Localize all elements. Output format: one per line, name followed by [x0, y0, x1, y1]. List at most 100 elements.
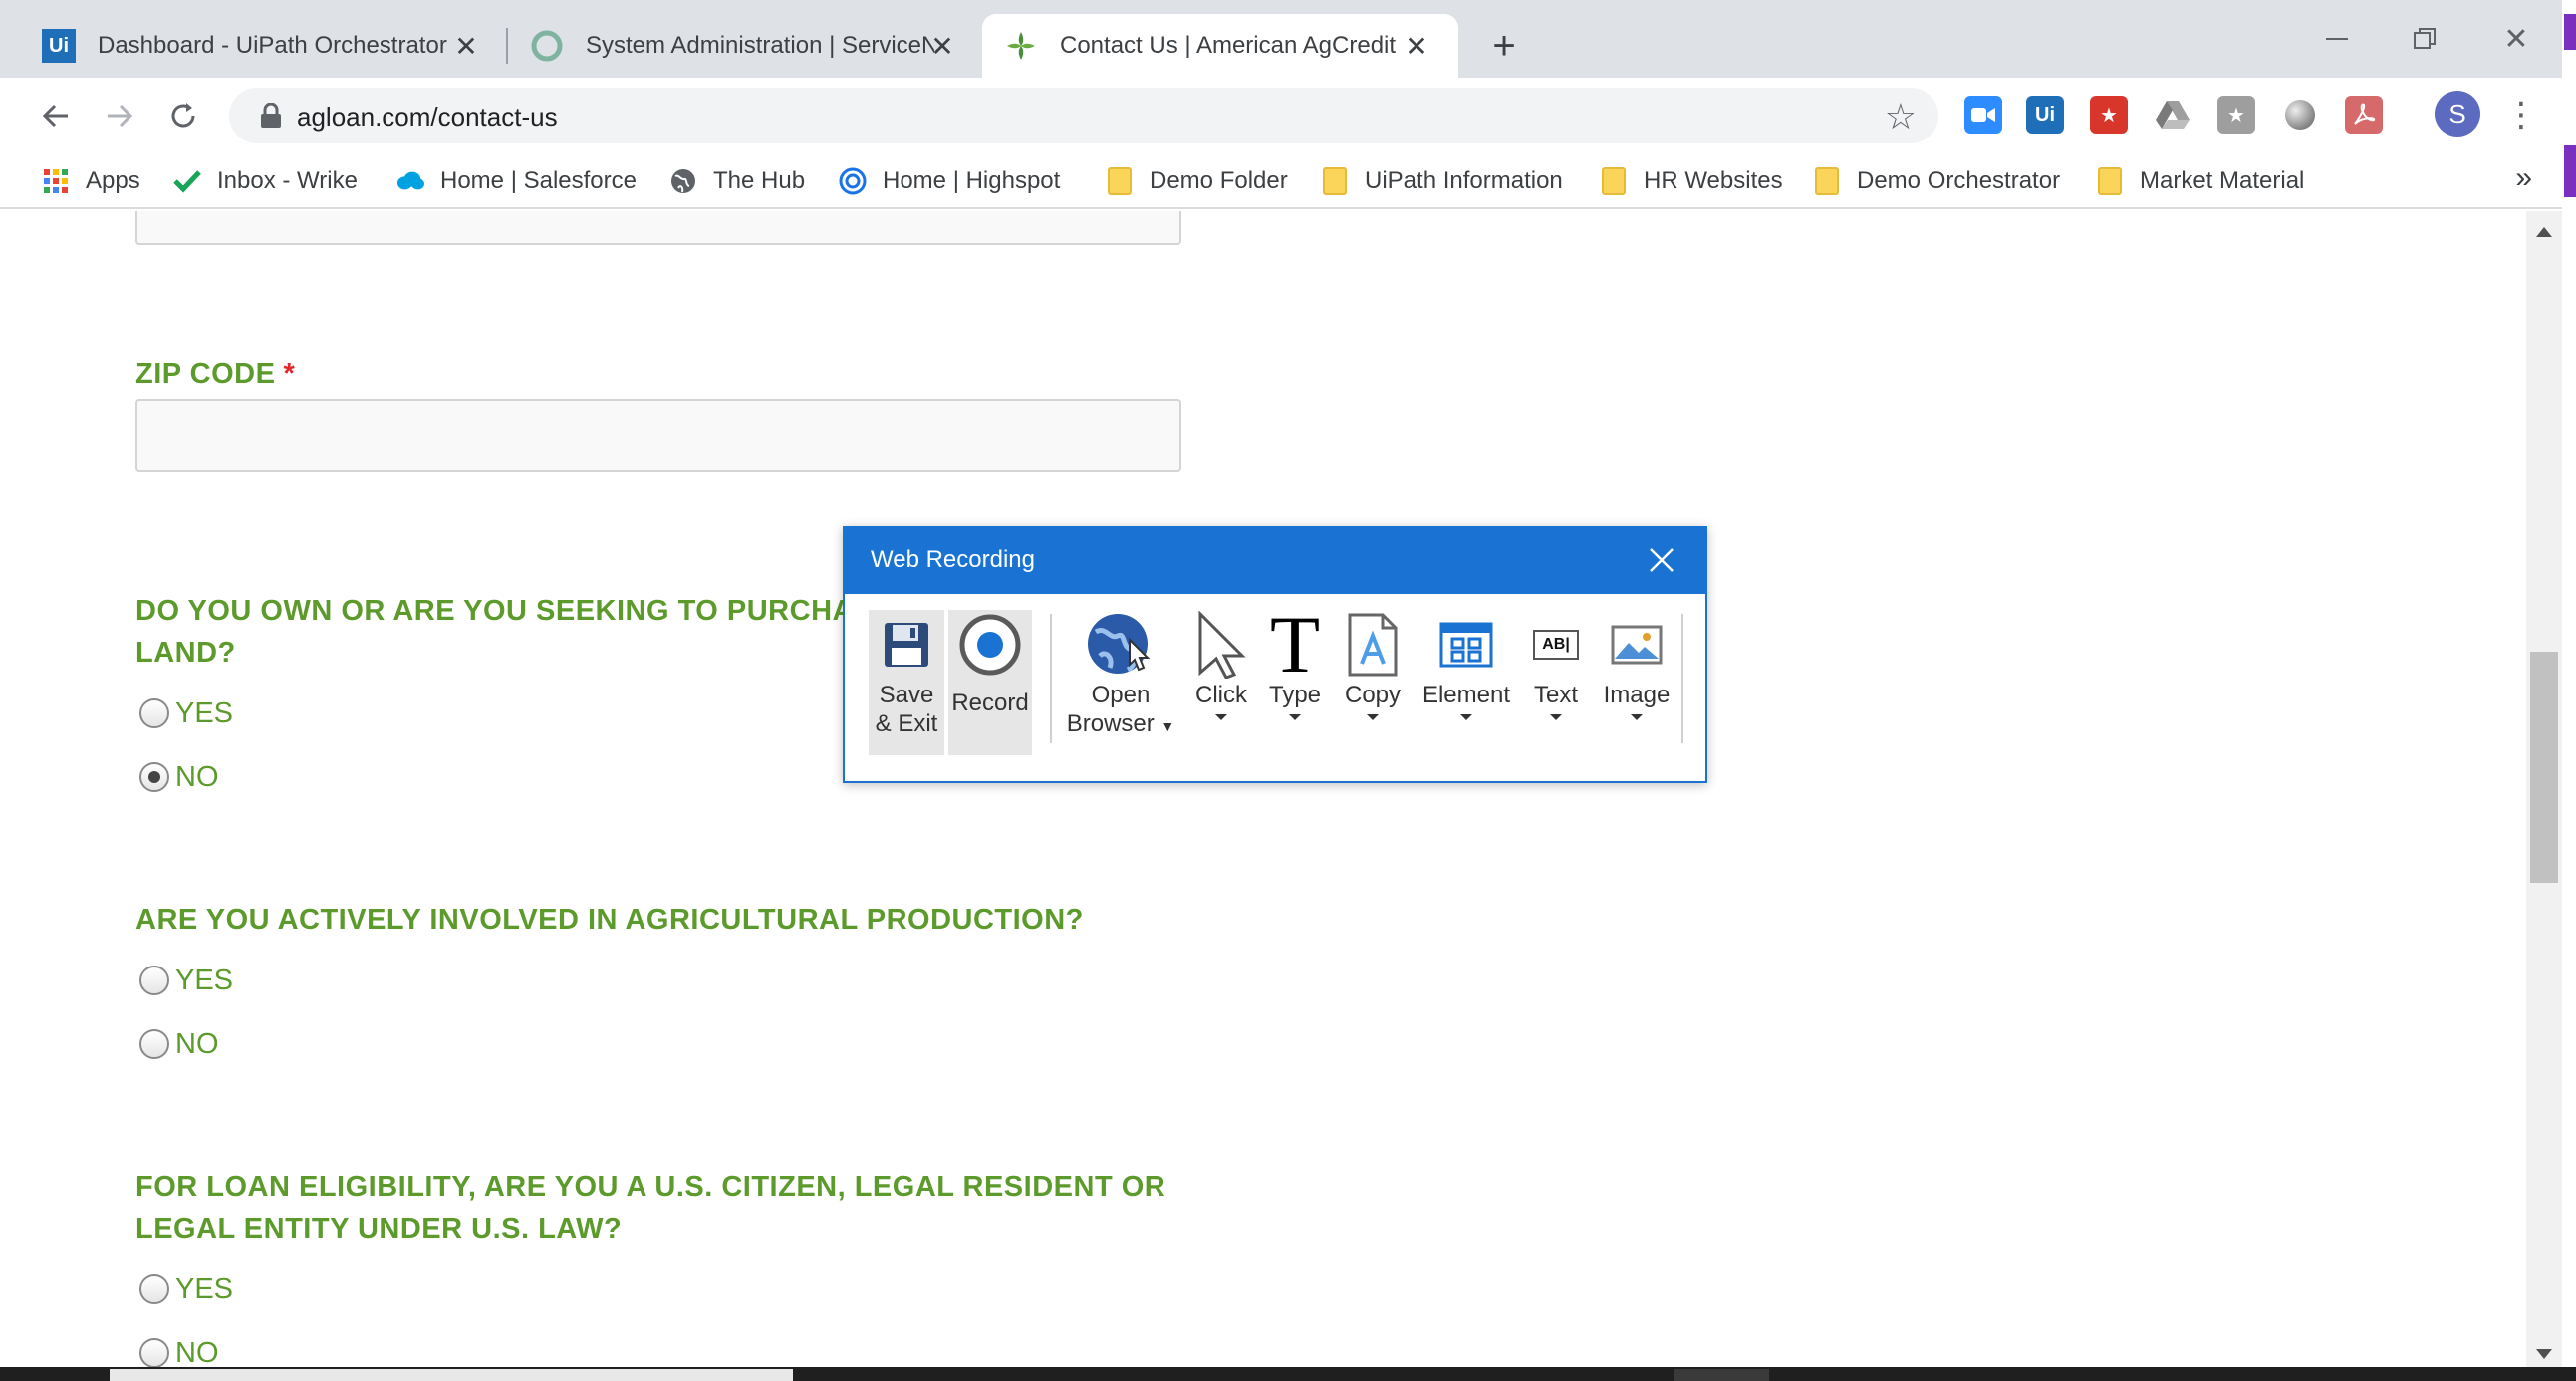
reload-icon[interactable]: [157, 90, 209, 141]
tab-uipath-dashboard[interactable]: Ui Dashboard - UiPath Orchestrator ✕: [0, 14, 508, 78]
taskbar: [0, 1367, 2576, 1381]
own-land-no-option[interactable]: NO: [139, 757, 219, 797]
bookmark-the-hub[interactable]: The Hub: [669, 161, 805, 201]
browser-toolbar: agloan.com/contact-us ☆ Ui ★ ★ S ⋮: [0, 78, 2562, 153]
forward-arrow-icon[interactable]: [94, 90, 145, 141]
dialog-title-bar[interactable]: Web Recording: [845, 528, 1705, 594]
address-bar[interactable]: agloan.com/contact-us ☆: [229, 88, 1938, 143]
highspot-icon: [839, 167, 867, 195]
tab-strip: Ui Dashboard - UiPath Orchestrator ✕ Sys…: [0, 0, 2576, 78]
dropdown-caret-icon[interactable]: [1550, 714, 1562, 720]
back-arrow-icon[interactable]: [30, 90, 82, 141]
radio-button[interactable]: [139, 698, 169, 728]
scroll-thumb[interactable]: [2530, 652, 2558, 883]
restore-window-icon[interactable]: [2395, 14, 2454, 64]
folder-icon: [2096, 167, 2124, 195]
agri-production-no-option[interactable]: NO: [139, 1024, 219, 1064]
close-tab-icon[interactable]: ✕: [1401, 30, 1432, 62]
bookmark-highspot[interactable]: Home | Highspot: [839, 161, 1060, 201]
bookmarks-bar: Apps Inbox - Wrike Home | Salesforce The…: [0, 153, 2562, 209]
radio-button-checked[interactable]: [139, 762, 169, 792]
record-button[interactable]: Record: [948, 610, 1032, 755]
radio-button[interactable]: [139, 1274, 169, 1304]
radio-button[interactable]: [139, 1029, 169, 1059]
salesforce-cloud-icon: [396, 167, 424, 195]
page-scrollbar[interactable]: [2526, 211, 2562, 1367]
click-button[interactable]: Click: [1183, 610, 1259, 755]
close-tab-icon[interactable]: ✕: [450, 30, 482, 62]
tab-contact-us-active[interactable]: Contact Us | American AgCredit ✕: [982, 14, 1458, 78]
bookmark-wrike[interactable]: Inbox - Wrike: [173, 161, 358, 201]
eligibility-no-option[interactable]: NO: [139, 1333, 219, 1367]
google-drive-icon[interactable]: [2154, 96, 2191, 134]
dropdown-caret-icon[interactable]: [1460, 714, 1472, 720]
folder-icon: [1106, 167, 1134, 195]
dropdown-caret-icon[interactable]: [1631, 714, 1643, 720]
servicenow-logo-icon: [530, 29, 564, 63]
eligibility-yes-option[interactable]: YES: [139, 1269, 233, 1309]
tab-servicenow[interactable]: System Administration | ServiceN ✕: [508, 14, 984, 78]
browser-menu-icon[interactable]: ⋮: [2504, 92, 2538, 138]
window-edge: [2562, 0, 2576, 1381]
scroll-down-arrow-icon[interactable]: [2536, 1349, 2552, 1359]
close-tab-icon[interactable]: ✕: [926, 30, 958, 62]
save-exit-button[interactable]: Save & Exit: [869, 610, 944, 755]
bookmark-manager-icon[interactable]: ★: [2217, 96, 2255, 134]
close-dialog-icon[interactable]: [1644, 542, 1679, 578]
dropdown-caret-icon[interactable]: [1367, 714, 1379, 720]
bookmark-star-icon[interactable]: ☆: [1885, 96, 1917, 138]
bookmark-uipath-information[interactable]: UiPath Information: [1321, 161, 1563, 201]
globe-icon: [669, 167, 697, 195]
bookmark-salesforce[interactable]: Home | Salesforce: [396, 161, 637, 201]
web-recording-dialog: Web Recording Save & Exit Record Open Br…: [843, 526, 1707, 783]
taskbar-item[interactable]: [110, 1369, 793, 1381]
folder-icon: [1321, 167, 1349, 195]
agcredit-logo-icon: [1004, 29, 1038, 63]
open-browser-button[interactable]: Open Browser ▼: [1066, 610, 1175, 755]
zoom-extension-icon[interactable]: [1964, 96, 2002, 134]
zip-code-input[interactable]: [135, 399, 1181, 472]
element-button[interactable]: Element: [1417, 610, 1516, 755]
uipath-extension-icon[interactable]: Ui: [2026, 96, 2064, 134]
image-button[interactable]: Image: [1596, 610, 1677, 755]
globe-cursor-icon: [1086, 610, 1156, 680]
bookmark-hr-websites[interactable]: HR Websites: [1600, 161, 1783, 201]
loan-eligibility-question: FOR LOAN ELIGIBILITY, ARE YOU A U.S. CIT…: [135, 1171, 1166, 1244]
new-tab-plus-icon[interactable]: +: [1482, 24, 1526, 68]
contact-form-page: ZIP CODE * DO YOU OWN OR ARE YOU SEEKING …: [14, 211, 2526, 1367]
dropdown-caret-icon[interactable]: [1215, 714, 1227, 720]
agri-production-yes-option[interactable]: YES: [139, 961, 233, 1000]
bookmark-demo-orchestrator[interactable]: Demo Orchestrator: [1813, 161, 2060, 201]
dropdown-caret-icon[interactable]: [1289, 714, 1301, 720]
previous-input-field[interactable]: [135, 211, 1181, 245]
acrobat-pdf-icon[interactable]: [2345, 96, 2383, 134]
bookmarks-overflow-button[interactable]: »: [2515, 161, 2532, 195]
wrike-extension-icon[interactable]: ★: [2090, 96, 2128, 134]
cursor-arrow-icon: [1194, 610, 1248, 680]
profile-avatar[interactable]: S: [2435, 91, 2480, 137]
toolbar-separator: [1681, 614, 1683, 743]
copy-button[interactable]: Copy: [1335, 610, 1411, 755]
close-window-icon[interactable]: ✕: [2486, 14, 2546, 64]
text-button[interactable]: AB | Text: [1522, 610, 1590, 755]
radio-button[interactable]: [139, 966, 169, 995]
minimize-window-icon[interactable]: [2307, 14, 2367, 64]
zip-code-label: ZIP CODE *: [135, 358, 296, 390]
bookmark-demo-folder[interactable]: Demo Folder: [1106, 161, 1288, 201]
bookmark-apps[interactable]: Apps: [42, 161, 140, 201]
copy-document-icon: [1347, 610, 1399, 680]
bookmark-market-material[interactable]: Market Material: [2096, 161, 2304, 201]
type-button[interactable]: T Type: [1261, 604, 1329, 755]
folder-icon: [1600, 167, 1628, 195]
radio-button[interactable]: [139, 1338, 169, 1367]
taskbar-item[interactable]: [1674, 1369, 1769, 1381]
apps-grid-icon: [42, 167, 70, 195]
edge-accent: [2564, 145, 2576, 197]
image-picture-icon: [1611, 610, 1663, 680]
dialog-title: Web Recording: [871, 546, 1035, 573]
own-land-yes-option[interactable]: YES: [139, 693, 233, 733]
scroll-up-arrow-icon[interactable]: [2536, 227, 2552, 237]
open-browser-dropdown[interactable]: Browser ▼: [1067, 710, 1175, 740]
circle-extension-icon[interactable]: [2281, 96, 2319, 134]
lock-icon: [259, 102, 283, 129]
